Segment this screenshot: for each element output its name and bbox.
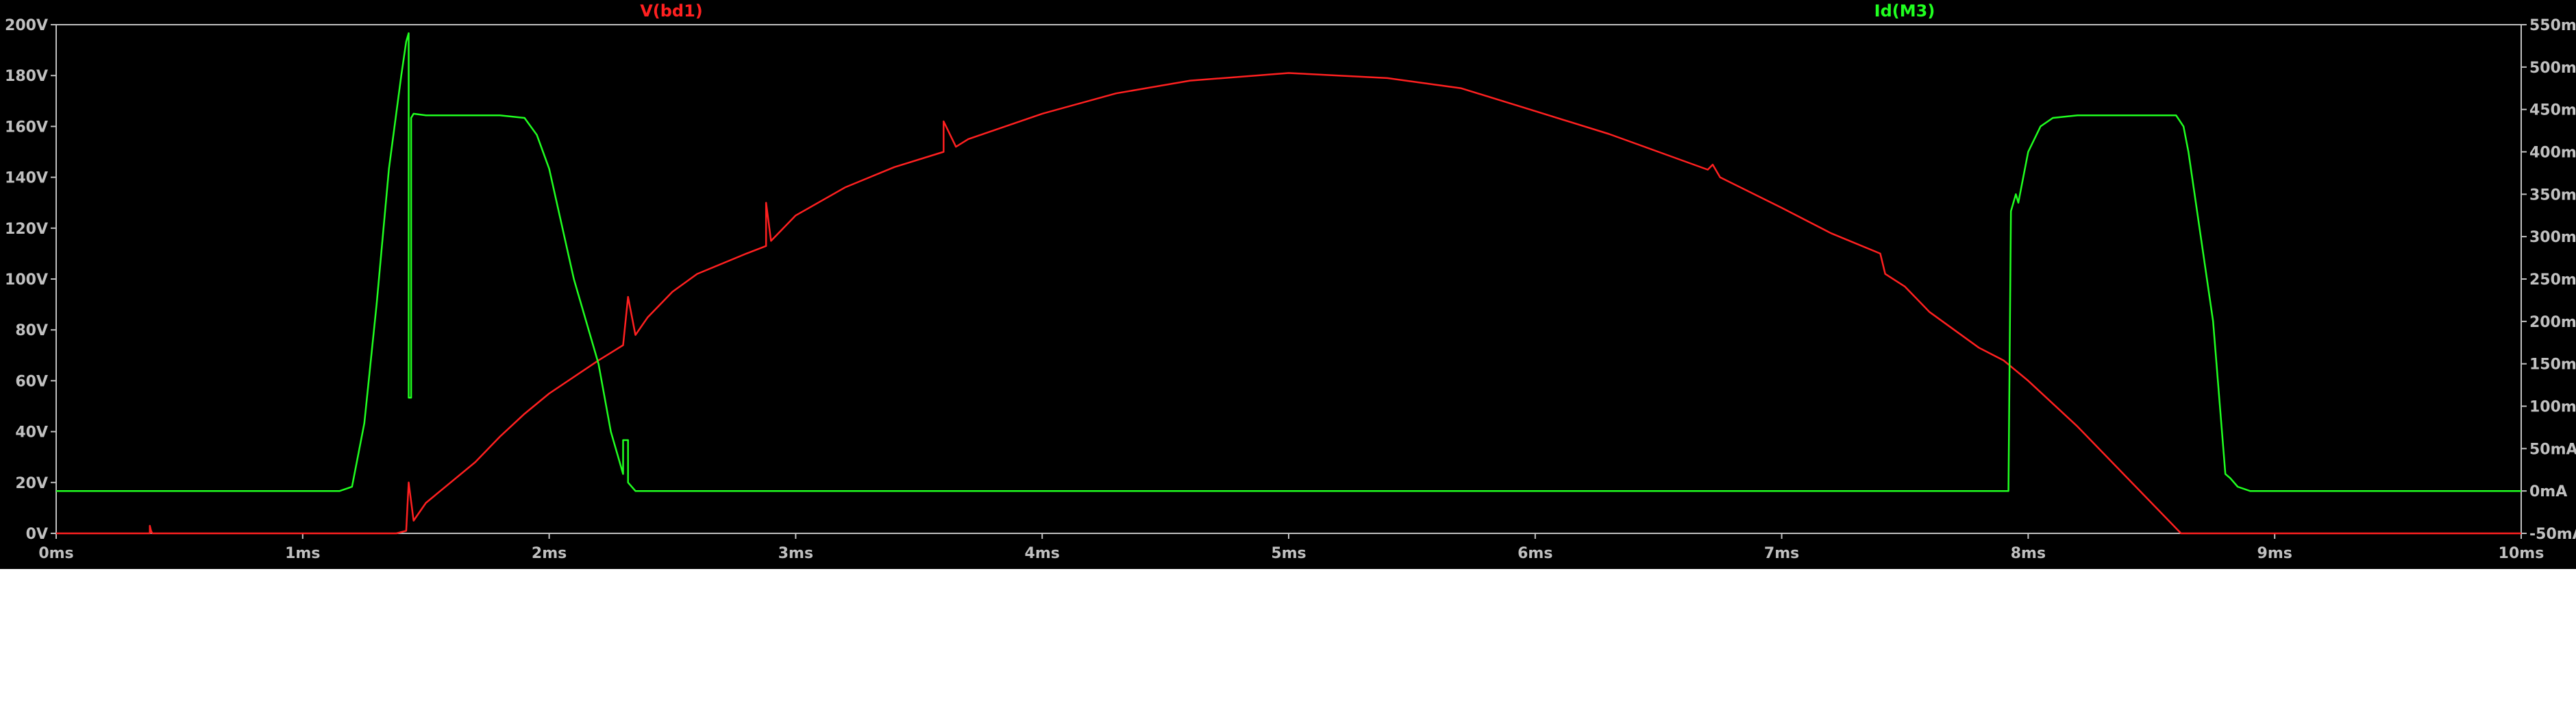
empty-region (0, 569, 2576, 702)
waveform-plot: 0ms 1ms 2ms 3ms 4ms 5ms 6ms 7ms 8ms 9ms 10ms 0V 20V 4… (5, 1, 2576, 562)
plot-area: 0ms 1ms 2ms 3ms 4ms 5ms 6ms 7ms 8ms 9ms 10ms 0V 20V 4… (0, 0, 2576, 569)
right-tick-label: 450mA (2529, 102, 2576, 119)
right-tick-label: 400mA (2529, 145, 2576, 162)
legend-entry: Id(M3) (1874, 1, 1935, 21)
right-tick-label: 100mA (2529, 399, 2576, 416)
x-tick-label: 8ms (2011, 545, 2046, 562)
legend-entry: V(bd1) (640, 1, 703, 21)
left-tick-label: 120V (5, 221, 48, 238)
x-tick-label: 5ms (1271, 545, 1306, 562)
x-tick-label: 2ms (532, 545, 567, 562)
right-tick-label: 0mA (2529, 483, 2567, 500)
left-tick-label: 180V (5, 68, 48, 85)
x-tick-label: 4ms (1025, 545, 1060, 562)
axes (55, 24, 2522, 534)
right-tick-label: 250mA (2529, 271, 2576, 289)
right-tick-label: 350mA (2529, 186, 2576, 204)
left-tick-label: 200V (5, 17, 48, 34)
right-tick-label: 500mA (2529, 60, 2576, 77)
left-tick-label: 80V (15, 322, 48, 339)
right-tick-label: 200mA (2529, 314, 2576, 331)
left-tick-label: 40V (15, 424, 48, 441)
x-tick-label: 9ms (2257, 545, 2292, 562)
series-line-v-bd1- (56, 72, 2521, 535)
right-tick-label: 50mA (2529, 441, 2576, 458)
right-tick-label: 300mA (2529, 229, 2576, 246)
right-tick-label: -50mA (2529, 526, 2576, 543)
left-tick-label: 140V (5, 170, 48, 187)
ticks: 0ms 1ms 2ms 3ms 4ms 5ms 6ms 7ms 8ms 9ms 10ms 0V 20V 4… (5, 17, 2576, 562)
x-tick-label: 0ms (38, 545, 73, 562)
x-tick-label: 10ms (2499, 545, 2544, 562)
x-tick-label: 7ms (1764, 545, 1799, 562)
left-tick-label: 160V (5, 119, 48, 136)
x-tick-label: 1ms (285, 545, 320, 562)
left-tick-label: 100V (5, 271, 48, 289)
x-tick-label: 3ms (778, 545, 813, 562)
left-tick-label: 20V (15, 475, 48, 492)
left-tick-label: 0V (26, 526, 48, 543)
right-tick-label: 550mA (2529, 17, 2576, 34)
series-lines (56, 32, 2521, 535)
series-line-id-m3- (56, 32, 2521, 492)
left-tick-label: 60V (15, 373, 48, 390)
legend: V(bd1) Id(M3) (640, 1, 1935, 21)
x-tick-label: 6ms (1518, 545, 1552, 562)
right-tick-label: 150mA (2529, 356, 2576, 374)
plot-frame (55, 24, 2522, 534)
